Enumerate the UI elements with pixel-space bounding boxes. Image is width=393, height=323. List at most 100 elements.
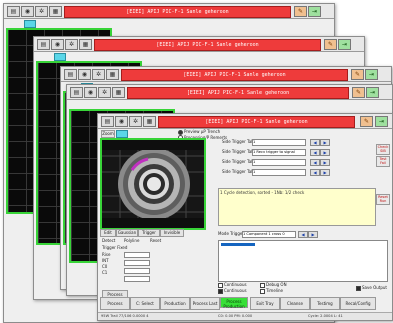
gear-icon[interactable]: ✲ (92, 69, 105, 80)
chart-icon[interactable]: ▦ (112, 87, 125, 98)
param-input[interactable] (124, 260, 150, 266)
exit-icon[interactable]: ⇥ (375, 116, 388, 127)
tab-production[interactable]: Production (160, 297, 190, 310)
param-inputs (124, 252, 164, 282)
arrow-right-button[interactable]: ▶ (320, 169, 330, 176)
tab-process-production[interactable]: Process Production (220, 297, 248, 309)
exit-icon[interactable]: ⇥ (308, 6, 321, 17)
trigger-select[interactable]: 1 Recv trigger to signal (252, 149, 306, 156)
camera-icon[interactable]: ◉ (78, 69, 91, 80)
arrow-right-button[interactable]: ▶ (320, 139, 330, 146)
checkbox-label: Continuous (224, 282, 247, 287)
checkbox-timeline[interactable]: Timeline (260, 288, 283, 294)
checkbox-debug[interactable]: Debug ON (260, 282, 287, 288)
camera-image[interactable] (100, 138, 206, 230)
folder-icon[interactable]: ▤ (70, 87, 83, 98)
tab-process-last[interactable]: Process Last (190, 297, 220, 310)
tab-cleanse[interactable]: Cleanse (280, 297, 310, 310)
reset-label: Reset (150, 238, 162, 243)
status-right: Cycle: 2.0004 L: 41 (308, 314, 343, 318)
test-fail-button[interactable]: Test Fail (376, 156, 390, 167)
camera-icon[interactable]: ◉ (51, 39, 64, 50)
gear-icon[interactable]: ✲ (98, 87, 111, 98)
gear-icon[interactable]: ✲ (129, 116, 142, 127)
result-text-panel: 1 Cycle detection, sorted - 1Nb: 1/2 che… (218, 188, 376, 226)
image-toolbar: Edit Gaussian Trigger Invisible (100, 228, 212, 237)
gear-icon[interactable]: ✲ (65, 39, 78, 50)
gaussian-button[interactable]: Gaussian (116, 229, 138, 237)
chart-icon[interactable]: ▦ (49, 6, 62, 17)
camera-icon[interactable]: ◉ (21, 6, 34, 17)
folder-icon[interactable]: ▤ (101, 116, 114, 127)
checkbox-label: Debug ON (266, 282, 287, 287)
chart-icon[interactable]: ▦ (143, 116, 156, 127)
main-window: ▤ ◉ ✲ ▦ [EIEI] APIJ PIC-F-1 Sanle gehero… (97, 113, 393, 321)
folder-icon[interactable]: ▤ (37, 39, 50, 50)
param-input[interactable] (124, 276, 150, 282)
zoom-label[interactable]: Zoom (101, 130, 115, 138)
output-log[interactable] (218, 240, 388, 282)
edit-button[interactable]: Edit (100, 229, 116, 237)
invisible-button[interactable]: Invisible (160, 229, 184, 237)
zoom-button[interactable] (116, 130, 128, 138)
tab-exit-tray[interactable]: Exit Tray (250, 297, 280, 310)
chart-icon[interactable]: ▦ (106, 69, 119, 80)
trigger-row: Side Trigger Tab 3 1 ◀ ▶ (222, 158, 332, 166)
trigger-select[interactable]: 1 (252, 139, 306, 146)
trigger-button[interactable]: Trigger (138, 229, 160, 237)
wrench-icon[interactable]: ✎ (294, 6, 307, 17)
chart-icon[interactable]: ▦ (79, 39, 92, 50)
status-left: 95W Trail 77/106 0.0000 4 (101, 314, 149, 318)
bottom-tab-bar: Process C: Select Production Process Las… (98, 297, 392, 310)
trigger-select[interactable]: 1 (252, 159, 306, 166)
arrow-right-button[interactable]: ▶ (320, 149, 330, 156)
checkbox-continuous[interactable]: Continuous (218, 282, 247, 288)
wrench-icon[interactable]: ✎ (351, 69, 364, 80)
reset-run-button[interactable]: Reset Run (376, 194, 390, 205)
app-title-bar: [EIEI] APIJ PIC-F-1 Sanle geheroon (64, 6, 291, 18)
checkbox-save-output[interactable]: Save Output (356, 285, 387, 291)
mode-trigger-label: Mode Trigger (218, 231, 244, 236)
trigger-select[interactable]: 1 (252, 169, 306, 176)
wrench-icon[interactable]: ✎ (360, 116, 373, 127)
exit-icon[interactable]: ⇥ (365, 69, 378, 80)
arrow-left-button[interactable]: ◀ (310, 169, 320, 176)
zoom-button[interactable] (54, 53, 66, 61)
wrench-icon[interactable]: ✎ (352, 87, 365, 98)
mode-trigger-select[interactable]: 1 Component 1 cross 0 (242, 231, 296, 238)
window-titlebar: ▤ ◉ ✲ ▦ [EIEI] APIJ PIC-F-1 Sanle gehero… (61, 67, 391, 82)
polyline-label: Polyline (124, 238, 140, 243)
tab-recal-config[interactable]: Recal/Config (340, 297, 376, 310)
folder-icon[interactable]: ▤ (64, 69, 77, 80)
arrow-right-button[interactable]: ▶ (320, 159, 330, 166)
tab-process[interactable]: Process (100, 297, 130, 310)
trigger-row: Side Trigger Tab 1 1 ◀ ▶ (222, 138, 332, 146)
checkbox-continuous-2[interactable]: Continuous (218, 288, 247, 294)
arrow-left-button[interactable]: ◀ (310, 159, 320, 166)
check-sib-button[interactable]: Check SIB (376, 144, 390, 155)
camera-frame (102, 140, 204, 228)
window-titlebar: ▤ ◉ ✲ ▦ [EIEI] APIJ PIC-F-1 Sanle gehero… (34, 37, 364, 52)
param-input[interactable] (124, 268, 150, 274)
trigger-row: Side Trigger Tab 2 1 Recv trigger to sig… (222, 148, 332, 156)
app-title-bar: [EIEI] APIJ PIC-F-1 Sanle geheroon (127, 87, 349, 99)
param-input[interactable] (124, 252, 150, 258)
wrench-icon[interactable]: ✎ (324, 39, 337, 50)
arrow-left-button[interactable]: ◀ (298, 231, 308, 238)
mode-trigger-row: Mode Trigger 1 Component 1 cross 0 ◀ ▶ (218, 230, 388, 238)
exit-icon[interactable]: ⇥ (338, 39, 351, 50)
tab-select[interactable]: C: Select (130, 297, 160, 310)
preview-label: Preview µP Trench (184, 129, 221, 134)
status-bar: 95W Trail 77/106 0.0000 4 C0: 0.00 PM: 0… (98, 312, 392, 320)
exit-icon[interactable]: ⇥ (366, 87, 379, 98)
folder-icon[interactable]: ▤ (7, 6, 20, 17)
output-progress-bar (221, 243, 255, 246)
arrow-right-button[interactable]: ▶ (308, 231, 318, 238)
camera-icon[interactable]: ◉ (84, 87, 97, 98)
tab-testimg[interactable]: Testimg (310, 297, 340, 310)
zoom-button[interactable] (24, 20, 36, 28)
arrow-left-button[interactable]: ◀ (310, 139, 320, 146)
arrow-left-button[interactable]: ◀ (310, 149, 320, 156)
gear-icon[interactable]: ✲ (35, 6, 48, 17)
camera-icon[interactable]: ◉ (115, 116, 128, 127)
